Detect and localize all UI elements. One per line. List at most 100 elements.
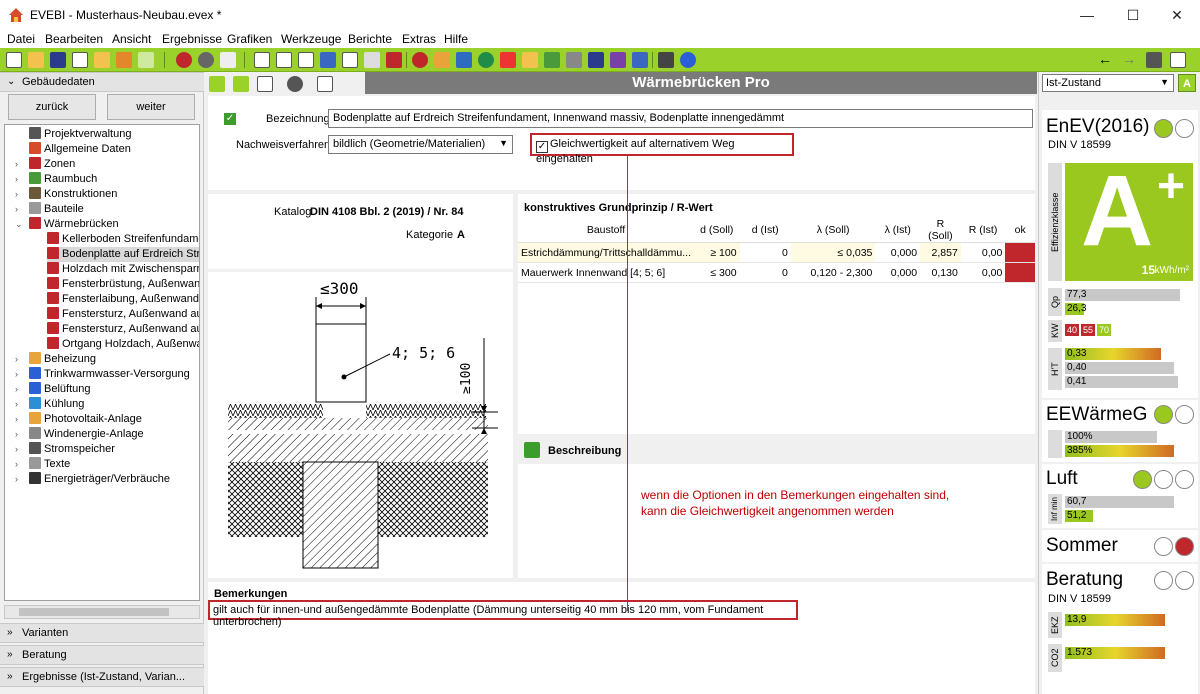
tree-item[interactable]: Bodenplatte auf Erdreich Streif: [47, 247, 199, 262]
next-button[interactable]: weiter: [107, 94, 195, 120]
tree-item[interactable]: › Kühlung: [15, 397, 84, 412]
flag-icon[interactable]: [632, 52, 648, 68]
tree-item[interactable]: › Windenergie-Anlage: [15, 427, 144, 442]
graph-icon[interactable]: [1170, 52, 1186, 68]
table-icon[interactable]: [342, 52, 358, 68]
section-gebaeudedaten[interactable]: ⌄ Gebäudedaten: [0, 72, 204, 92]
tree-expand-arrow-icon[interactable]: ›: [15, 367, 18, 382]
check-icon[interactable]: [588, 52, 604, 68]
tree-item[interactable]: Projektverwaltung: [29, 127, 131, 142]
tree-expand-arrow-icon[interactable]: ›: [15, 397, 18, 412]
tree-item[interactable]: Fenstersturz, Außenwand auß: [47, 322, 199, 337]
cell-d-ist[interactable]: 0: [739, 262, 791, 283]
table-row[interactable]: Mauerwerk Innenwand [4; 5; 6] ≤ 300 0 0,…: [518, 262, 1035, 283]
checkbox-checked[interactable]: ✓: [536, 141, 548, 153]
tree-collapse-icon[interactable]: [233, 76, 249, 92]
house-eco-icon[interactable]: [544, 52, 560, 68]
document-icon[interactable]: [298, 52, 314, 68]
tree-expand-icon[interactable]: [209, 76, 225, 92]
maximize-button[interactable]: ☐: [1110, 0, 1156, 30]
tree-item[interactable]: Fenstersturz, Außenwand auß: [47, 307, 199, 322]
grid-icon[interactable]: [364, 52, 380, 68]
scrollbar-thumb[interactable]: [19, 608, 169, 616]
copy-icon[interactable]: [72, 52, 88, 68]
tree-item[interactable]: › Konstruktionen: [15, 187, 117, 202]
tree-item[interactable]: Fensterlaibung, Außenwand, a: [47, 292, 199, 307]
tree-expand-arrow-icon[interactable]: ›: [15, 172, 18, 187]
tree-item[interactable]: Kellerboden Streifenfundamen: [47, 232, 199, 247]
save-icon[interactable]: [50, 52, 66, 68]
list-icon[interactable]: [276, 52, 292, 68]
sun-icon[interactable]: [500, 52, 516, 68]
menu-datei[interactable]: Datei: [7, 32, 35, 46]
menu-ergebnisse[interactable]: Ergebnisse: [162, 32, 222, 46]
nachweis-select[interactable]: bildlich (Geometrie/Materialien) ▼: [328, 135, 513, 154]
menu-bearbeiten[interactable]: Bearbeiten: [45, 32, 103, 46]
tree-item[interactable]: › Beheizung: [15, 352, 96, 367]
tree-expand-arrow-icon[interactable]: ›: [15, 412, 18, 427]
table-row[interactable]: Estrichdämmung/Trittschalldämmu... ≥ 100…: [518, 242, 1035, 263]
tree-expand-arrow-icon[interactable]: ›: [15, 202, 18, 217]
building-icon[interactable]: [566, 52, 582, 68]
tree-item[interactable]: › Raumbuch: [15, 172, 97, 187]
import-icon[interactable]: [116, 52, 132, 68]
tree-item[interactable]: › Bauteile: [15, 202, 84, 217]
ladder-icon[interactable]: [386, 52, 402, 68]
menu-grafiken[interactable]: Grafiken: [227, 32, 272, 46]
alternative-checkbox-highlight[interactable]: ✓ Gleichwertigkeit auf alternativem Weg e…: [530, 133, 794, 165]
tree-expand-arrow-icon[interactable]: ›: [15, 157, 18, 172]
arrow-right-icon[interactable]: →: [1122, 52, 1138, 68]
report-icon[interactable]: [254, 52, 270, 68]
menu-extras[interactable]: Extras: [402, 32, 436, 46]
sigma-icon[interactable]: [320, 52, 336, 68]
database-icon[interactable]: [287, 76, 303, 92]
tree-item[interactable]: ⌄ Wärmebrücken: [15, 217, 119, 232]
cell-d-ist[interactable]: 0: [739, 242, 791, 263]
menu-werkzeuge[interactable]: Werkzeuge: [281, 32, 341, 46]
tree-item[interactable]: › Belüftung: [15, 382, 90, 397]
tree-item[interactable]: Ortgang Holzdach, Außenwan: [47, 337, 199, 352]
new-file-icon[interactable]: [6, 52, 22, 68]
bezeichnung-input[interactable]: Bodenplatte auf Erdreich Streifenfundame…: [328, 109, 1033, 128]
lightning-icon[interactable]: [522, 52, 538, 68]
section-varianten[interactable]: » Varianten: [0, 623, 204, 643]
circle-icon[interactable]: [478, 52, 494, 68]
undo-icon[interactable]: [176, 52, 192, 68]
open-folder-icon[interactable]: [28, 52, 44, 68]
help-icon[interactable]: [680, 52, 696, 68]
boiler-icon[interactable]: [434, 52, 450, 68]
menu-hilfe[interactable]: Hilfe: [444, 32, 468, 46]
cell-l-ist[interactable]: 0,000: [875, 242, 921, 263]
close-button[interactable]: ✕: [1154, 0, 1200, 30]
section-ergebnisse[interactable]: » Ergebnisse (Ist-Zustand, Varian...: [0, 667, 204, 687]
tree-item[interactable]: › Texte: [15, 457, 70, 472]
tree-item[interactable]: Allgemeine Daten: [29, 142, 131, 157]
menu-ansicht[interactable]: Ansicht: [112, 32, 151, 46]
section-beratung[interactable]: » Beratung: [0, 645, 204, 665]
export-icon[interactable]: [94, 52, 110, 68]
tree-item[interactable]: › Stromspeicher: [15, 442, 115, 457]
pump-icon[interactable]: [456, 52, 472, 68]
tree-expand-arrow-icon[interactable]: ›: [15, 472, 18, 487]
tree-item[interactable]: Holzdach mit Zwischensparrenc: [47, 262, 199, 277]
tree-expand-arrow-icon[interactable]: ›: [15, 442, 18, 457]
tree-item[interactable]: › Trinkwarmwasser-Versorgung: [15, 367, 190, 382]
tree-expand-arrow-icon[interactable]: ›: [15, 187, 18, 202]
tree-expand-arrow-icon[interactable]: ›: [15, 457, 18, 472]
copy-element-icon[interactable]: [257, 76, 273, 92]
redo-icon[interactable]: [198, 52, 214, 68]
menu-berichte[interactable]: Berichte: [348, 32, 392, 46]
bemerkungen-text[interactable]: gilt auch für innen-und außengedämmte Bo…: [208, 600, 798, 628]
tree-item[interactable]: › Zonen: [15, 157, 75, 172]
tree-item[interactable]: Fensterbrüstung, Außenwand: [47, 277, 199, 292]
calculator-icon[interactable]: [658, 52, 674, 68]
catalog-icon[interactable]: [317, 76, 333, 92]
tree-expand-arrow-icon[interactable]: ›: [15, 427, 18, 442]
tree-collapse-arrow-icon[interactable]: ⌄: [15, 217, 23, 232]
a-button[interactable]: A: [1178, 74, 1196, 92]
pin-icon[interactable]: [1146, 52, 1162, 68]
cell-l-ist[interactable]: 0,000: [875, 262, 921, 283]
tree-expand-arrow-icon[interactable]: ›: [15, 352, 18, 367]
back-button[interactable]: zurück: [8, 94, 96, 120]
tree-item[interactable]: › Energieträger/Verbräuche: [15, 472, 170, 487]
